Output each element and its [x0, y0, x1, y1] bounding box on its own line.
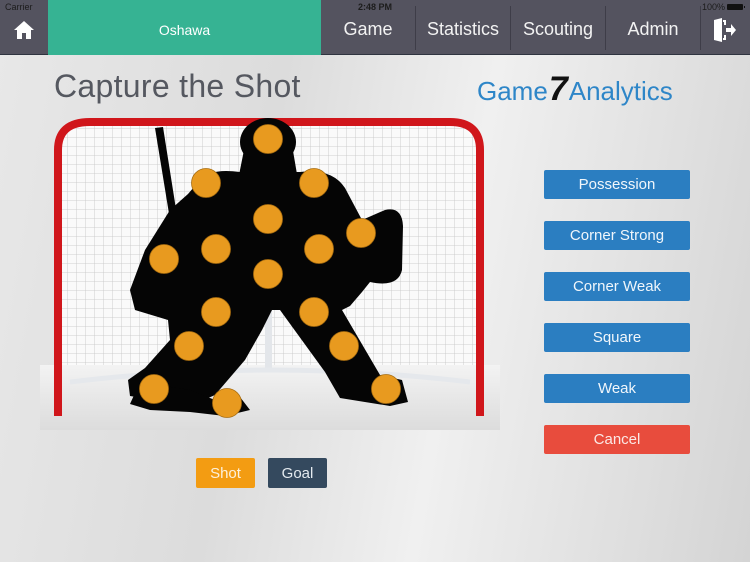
- brand-seven: 7: [548, 70, 568, 108]
- page-title: Capture the Shot: [54, 68, 301, 104]
- shot-spot-right-knee[interactable]: [329, 331, 359, 361]
- shot-button[interactable]: Shot: [196, 458, 255, 488]
- nav-admin[interactable]: Admin: [606, 0, 700, 55]
- shot-spot-right-thigh[interactable]: [299, 297, 329, 327]
- hockey-net-illustration: [40, 118, 500, 430]
- shot-spot-left-knee[interactable]: [174, 331, 204, 361]
- possession-button[interactable]: Possession: [544, 170, 690, 199]
- cancel-button[interactable]: Cancel: [544, 425, 690, 454]
- nav-scouting[interactable]: Scouting: [511, 0, 605, 55]
- brand-analytics: Analytics: [568, 76, 673, 106]
- shot-spot-belly[interactable]: [253, 259, 283, 289]
- brand-game: Game: [477, 76, 548, 106]
- shot-spot-blocker-side[interactable]: [201, 234, 231, 264]
- shot-spot-blocker[interactable]: [149, 244, 179, 274]
- goal-net-area: [40, 110, 500, 430]
- shot-spot-left-shoulder[interactable]: [191, 168, 221, 198]
- shot-spot-head[interactable]: [253, 124, 283, 154]
- nav-game[interactable]: Game: [321, 0, 415, 55]
- shot-spot-stick[interactable]: [212, 388, 242, 418]
- top-nav-bar: Carrier 2:48 PM 100% Oshawa Game Statist…: [0, 0, 750, 55]
- ice-floor: [40, 365, 500, 430]
- shot-spot-left-thigh[interactable]: [201, 297, 231, 327]
- nav-statistics[interactable]: Statistics: [416, 0, 510, 55]
- logout-button[interactable]: [700, 0, 750, 55]
- shot-spot-glove[interactable]: [346, 218, 376, 248]
- shot-spot-right-skate[interactable]: [371, 374, 401, 404]
- team-tab[interactable]: Oshawa: [48, 0, 321, 55]
- logout-icon: [714, 18, 736, 42]
- square-button[interactable]: Square: [544, 323, 690, 352]
- goal-button[interactable]: Goal: [268, 458, 327, 488]
- corner-weak-button[interactable]: Corner Weak: [544, 272, 690, 301]
- brand-logo: Game 7 Analytics: [477, 72, 673, 107]
- corner-strong-button[interactable]: Corner Strong: [544, 221, 690, 250]
- shot-spot-left-skate[interactable]: [139, 374, 169, 404]
- weak-button[interactable]: Weak: [544, 374, 690, 403]
- shot-spot-chest[interactable]: [253, 204, 283, 234]
- home-button[interactable]: [0, 0, 48, 55]
- shot-spot-right-chest[interactable]: [304, 234, 334, 264]
- shot-spot-right-shoulder[interactable]: [299, 168, 329, 198]
- home-icon: [14, 20, 34, 39]
